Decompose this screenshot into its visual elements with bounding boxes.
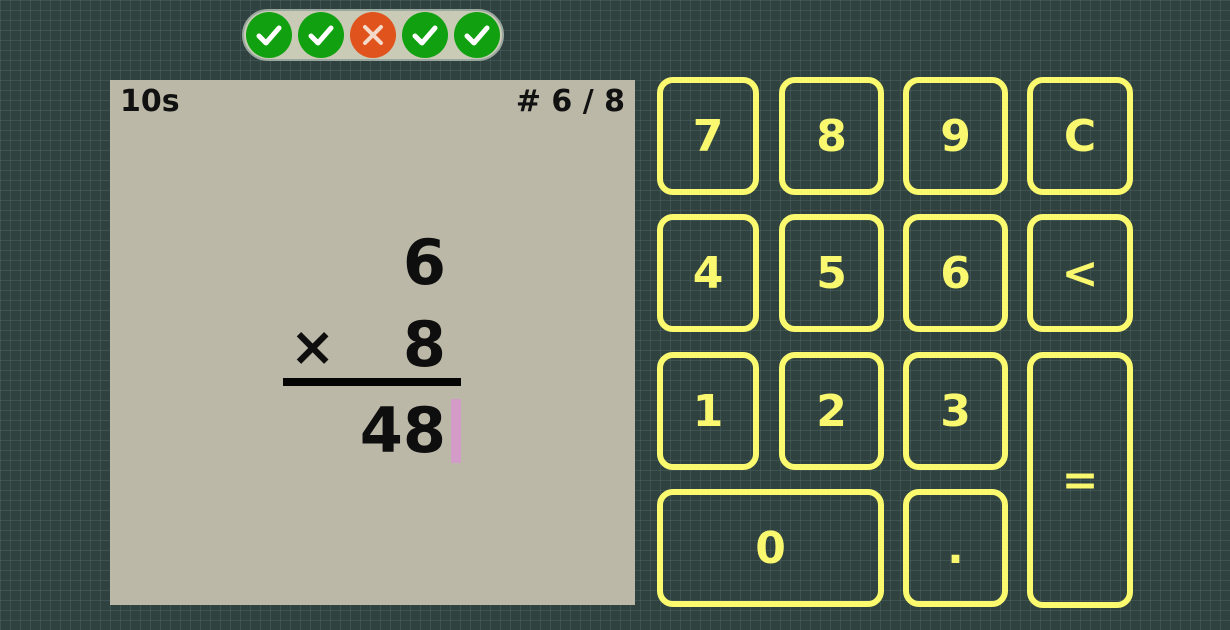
- check-icon: [412, 25, 438, 46]
- operand-bottom: 8: [402, 308, 446, 381]
- key-2[interactable]: 2: [779, 352, 884, 470]
- question-counter: # 6 / 8: [515, 84, 625, 119]
- key-clear[interactable]: C: [1027, 77, 1133, 195]
- key-backspace[interactable]: <: [1027, 214, 1133, 332]
- key-3[interactable]: 3: [903, 352, 1008, 470]
- result-correct-1: [246, 12, 292, 58]
- result-correct-2: [298, 12, 344, 58]
- result-correct-5: [454, 12, 500, 58]
- key-0[interactable]: 0: [657, 489, 884, 607]
- key-5[interactable]: 5: [779, 214, 884, 332]
- problem-card: 10s # 6 / 8 6 × 8 48: [110, 80, 635, 605]
- key-6[interactable]: 6: [903, 214, 1008, 332]
- cross-icon: [363, 25, 383, 45]
- key-equals[interactable]: =: [1027, 352, 1133, 608]
- operand-top: 6: [402, 226, 446, 299]
- key-7[interactable]: 7: [657, 77, 759, 195]
- answer-input[interactable]: 48: [326, 400, 446, 462]
- progress-bar: [242, 9, 504, 61]
- key-8[interactable]: 8: [779, 77, 884, 195]
- key-decimal[interactable]: .: [903, 489, 1008, 607]
- timer: 10s: [120, 84, 180, 119]
- key-1[interactable]: 1: [657, 352, 759, 470]
- check-icon: [464, 25, 490, 46]
- text-caret: [451, 399, 461, 463]
- result-wrong-3: [350, 12, 396, 58]
- key-9[interactable]: 9: [903, 77, 1008, 195]
- key-4[interactable]: 4: [657, 214, 759, 332]
- check-icon: [256, 25, 282, 46]
- equals-rule: [283, 378, 461, 386]
- check-icon: [308, 25, 334, 46]
- result-correct-4: [402, 12, 448, 58]
